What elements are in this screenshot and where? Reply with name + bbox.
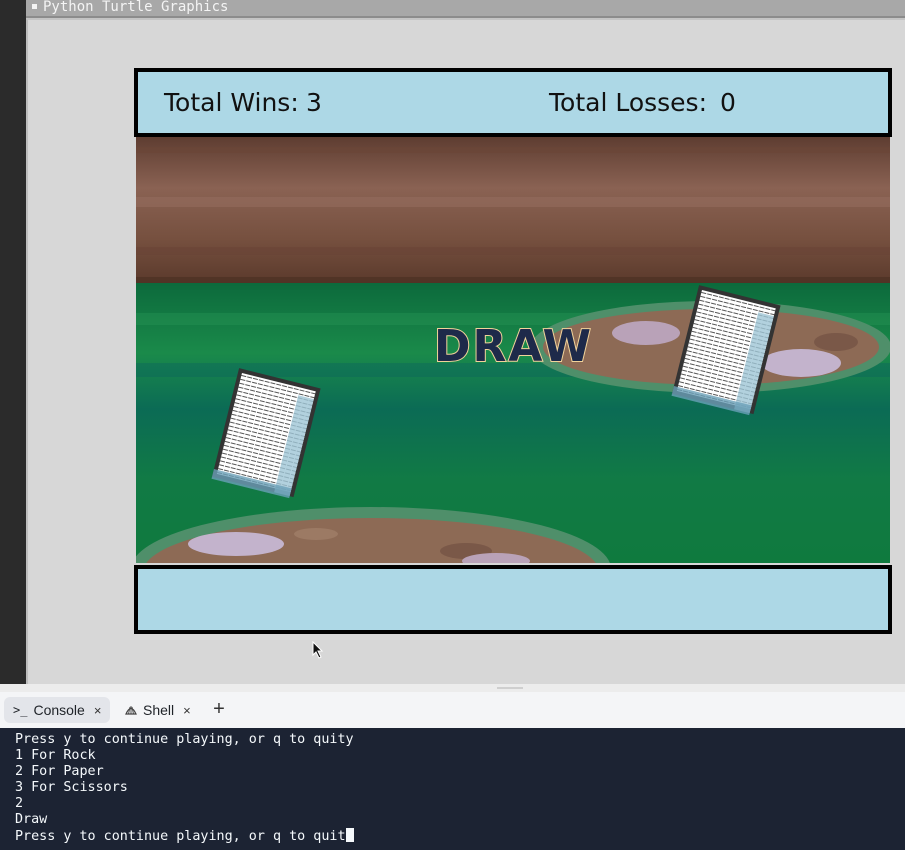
console-line: Press y to continue playing, or q to qui…: [15, 732, 354, 747]
console-output[interactable]: Press y to continue playing, or q to qui…: [0, 728, 905, 850]
editor-side-strip: [0, 0, 26, 684]
tab-shell-label: Shell: [143, 702, 175, 718]
text-cursor: [345, 828, 354, 842]
battle-scene: DRAW: [136, 137, 890, 563]
terminal-icon: >_: [13, 703, 28, 717]
window-title: Python Turtle Graphics: [43, 0, 229, 15]
losses-label: Total Losses:: [549, 88, 707, 117]
tab-console[interactable]: >_ Console ×: [4, 697, 110, 723]
window-menu-icon[interactable]: [32, 3, 37, 9]
turtle-window-titlebar[interactable]: Python Turtle Graphics: [26, 0, 905, 18]
bottom-tab-bar: >_ Console × Shell × +: [0, 692, 905, 728]
console-line: Draw: [15, 812, 48, 827]
mouse-cursor-icon: [312, 641, 324, 659]
pane-splitter[interactable]: [0, 684, 905, 692]
tab-console-label: Console: [33, 702, 85, 718]
tab-shell[interactable]: Shell ×: [118, 697, 198, 723]
console-line: 1 For Rock: [15, 748, 96, 763]
close-icon[interactable]: ×: [94, 703, 102, 718]
close-icon[interactable]: ×: [183, 703, 191, 718]
console-prompt-line[interactable]: Press y to continue playing, or q to qui…: [0, 828, 905, 845]
scoreboard-panel: Total Wins: 3 Total Losses: 0: [134, 68, 892, 137]
wins-label: Total Wins:: [164, 88, 299, 117]
console-prompt-text: Press y to continue playing, or q to qui…: [15, 829, 346, 844]
wall-background: [136, 137, 890, 283]
draw-result-text: DRAW: [434, 321, 593, 372]
losses-value: 0: [720, 88, 736, 117]
add-tab-button[interactable]: +: [210, 696, 228, 722]
console-line: 2 For Paper: [15, 764, 104, 779]
console-line: 2: [15, 796, 24, 811]
splitter-grip[interactable]: [497, 687, 523, 689]
wins-value: 3: [306, 88, 322, 117]
shell-icon: [125, 706, 137, 715]
message-panel: [134, 565, 892, 634]
console-line: 3 For Scissors: [15, 780, 128, 795]
